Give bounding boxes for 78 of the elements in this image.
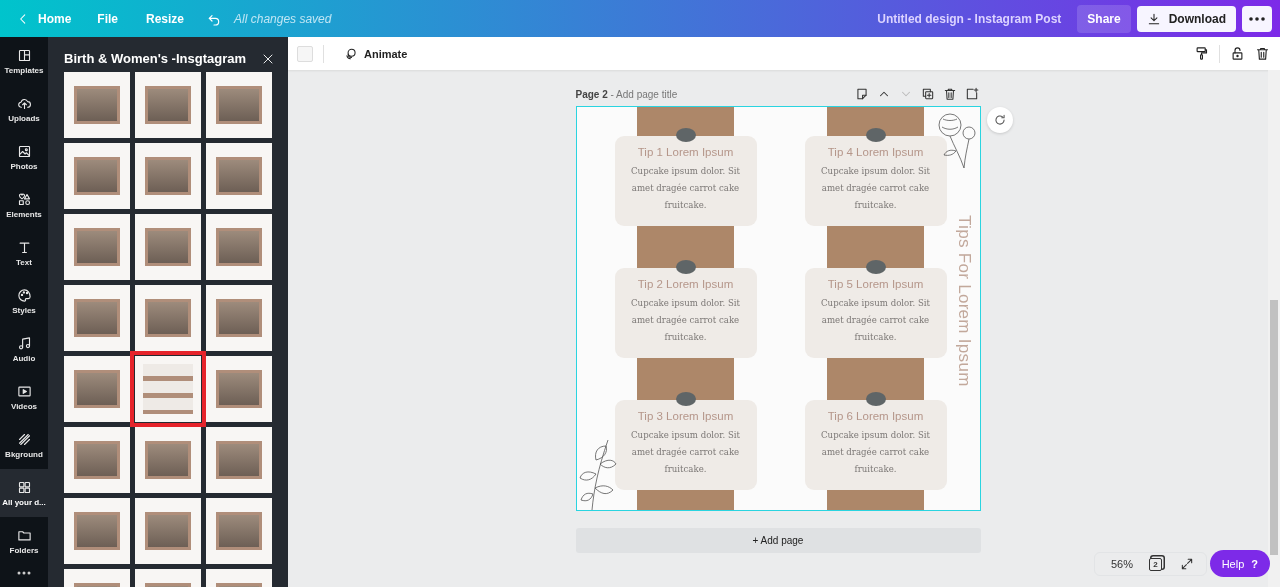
template-thumbnail[interactable]	[64, 72, 130, 138]
paint-roller-icon[interactable]	[1194, 46, 1209, 61]
tip-title: Tip 6 Lorem Ipsum	[827, 410, 924, 422]
circles-icon	[344, 46, 358, 61]
refresh-icon	[992, 113, 1007, 127]
pin-dot	[865, 392, 886, 406]
page-count[interactable]: 2	[1149, 557, 1162, 571]
tip-text: Cupcake ipsum dolor. Sit amet dragée carrot cake fruitcake.	[630, 297, 741, 344]
pin-dot	[675, 392, 696, 406]
more-icon[interactable]	[1249, 16, 1265, 21]
scrollbar[interactable]	[1268, 70, 1280, 587]
copy-icon[interactable]	[920, 87, 935, 101]
download-button[interactable]: Download	[1136, 5, 1236, 32]
side-title: Tips For Lorem Ipsum	[953, 215, 974, 387]
tip-text: Cupcake ipsum dolor. Sit amet dragée carrot cake fruitcake.	[820, 297, 931, 344]
pin-dot	[865, 260, 886, 274]
pin-dot	[675, 128, 696, 142]
tip-title: Tip 4 Lorem Ipsum	[827, 146, 924, 158]
image-icon	[16, 143, 32, 159]
layout-icon	[16, 47, 32, 63]
template-thumbnail[interactable]	[64, 285, 130, 351]
refresh-button[interactable]	[986, 107, 1013, 133]
template-thumbnail[interactable]	[206, 498, 272, 564]
pin-dot	[865, 128, 886, 142]
sidebar-item[interactable]: All your d...	[0, 469, 48, 517]
shapes-icon	[16, 191, 32, 207]
save-status: All changes saved	[234, 11, 332, 26]
template-thumbnail[interactable]	[64, 214, 130, 280]
tip-text: Cupcake ipsum dolor. Sit amet dragée carrot cake fruitcake.	[630, 165, 741, 212]
pin-dot	[675, 260, 696, 274]
expand-icon[interactable]	[1180, 557, 1194, 571]
panel-title: Birth & Women's -Insgtagram	[64, 51, 246, 66]
template-thumbnail[interactable]	[206, 356, 272, 422]
note-icon[interactable]	[854, 87, 869, 101]
close-icon[interactable]	[262, 52, 274, 65]
download-icon	[1146, 11, 1161, 26]
lock-icon[interactable]	[1230, 46, 1245, 61]
stripes-icon	[16, 431, 32, 447]
trash-icon[interactable]	[1255, 46, 1270, 61]
template-thumbnail[interactable]	[135, 427, 201, 493]
tip-text: Cupcake ipsum dolor. Sit amet dragée carrot cake fruitcake.	[630, 429, 741, 476]
share-button[interactable]: Share	[1077, 4, 1131, 33]
add-page-button[interactable]: + Add page	[575, 528, 981, 553]
animate-button[interactable]: Animate	[334, 46, 408, 61]
template-thumbnail[interactable]	[135, 72, 201, 138]
tip-text: Cupcake ipsum dolor. Sit amet dragée carrot cake fruitcake.	[820, 165, 931, 212]
zoom-level[interactable]: 56%	[1110, 558, 1133, 570]
grid-icon	[16, 479, 32, 495]
template-thumbnail[interactable]	[135, 498, 201, 564]
color-swatch[interactable]	[297, 45, 313, 62]
template-thumbnail[interactable]	[64, 427, 130, 493]
trash-icon[interactable]	[942, 87, 957, 101]
help-button[interactable]: Help ?	[1209, 550, 1270, 577]
template-thumbnail[interactable]	[135, 214, 201, 280]
tip-text: Cupcake ipsum dolor. Sit amet dragée carrot cake fruitcake.	[820, 429, 931, 476]
template-thumbnail[interactable]	[206, 285, 272, 351]
more-icon[interactable]	[17, 571, 31, 575]
template-thumbnail[interactable]	[64, 498, 130, 564]
tip-title: Tip 5 Lorem Ipsum	[827, 278, 924, 290]
design-title: Untitled design - Instagram Post	[877, 11, 1062, 26]
template-thumbnail[interactable]	[206, 427, 272, 493]
tip-title: Tip 1 Lorem Ipsum	[637, 146, 734, 158]
template-thumbnail[interactable]	[206, 72, 272, 138]
music-note-icon	[16, 335, 32, 351]
tip-title: Tip 3 Lorem Ipsum	[637, 410, 734, 422]
tip-title: Tip 2 Lorem Ipsum	[637, 278, 734, 290]
palette-icon	[16, 287, 32, 303]
template-thumbnail[interactable]	[64, 356, 130, 422]
add-page-icon[interactable]	[964, 87, 979, 101]
video-icon	[16, 383, 32, 399]
template-thumbnail[interactable]	[206, 214, 272, 280]
template-thumbnail[interactable]	[206, 143, 272, 209]
template-thumbnail[interactable]	[64, 143, 130, 209]
template-thumbnail[interactable]	[135, 143, 201, 209]
more-button[interactable]	[1242, 5, 1272, 32]
design-page[interactable]	[575, 106, 981, 511]
page-title[interactable]: Page 2 - Add page title	[575, 88, 678, 100]
template-thumbnail[interactable]	[135, 285, 201, 351]
